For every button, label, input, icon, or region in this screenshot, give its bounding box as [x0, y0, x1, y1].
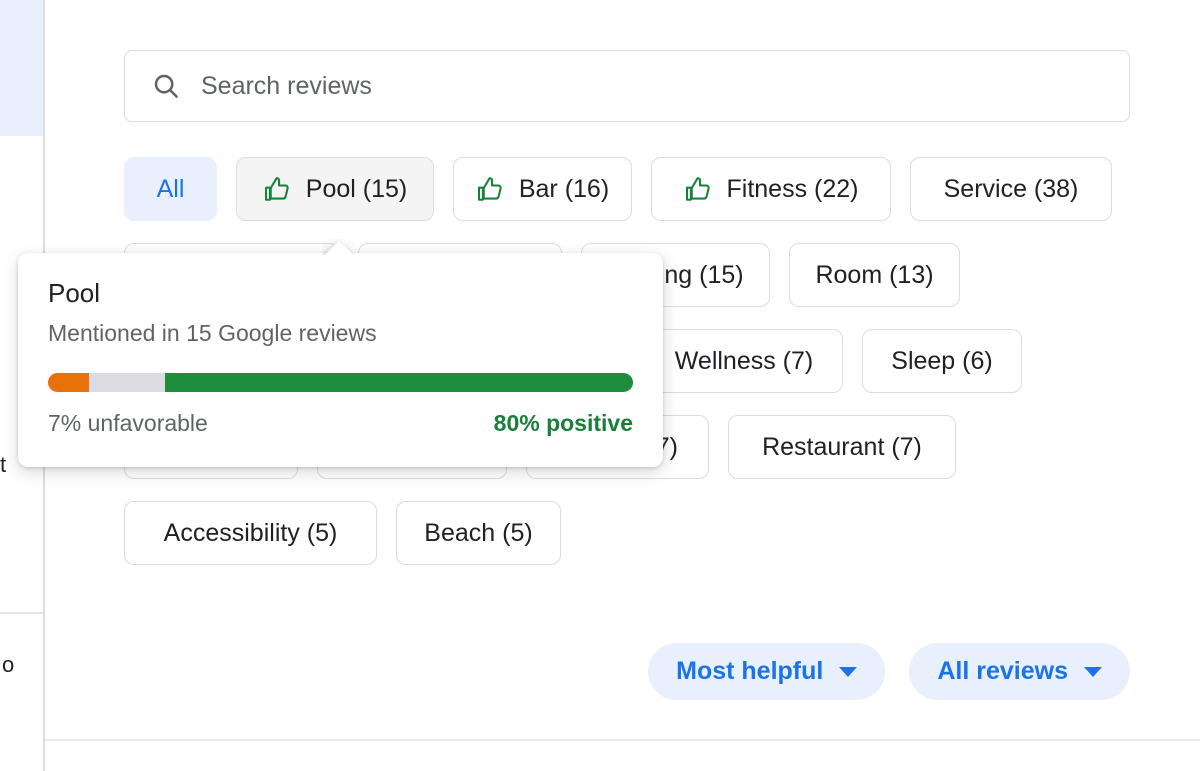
chip-service[interactable]: Service (38): [910, 157, 1112, 221]
pool-sentiment-tooltip: Pool Mentioned in 15 Google reviews 7% u…: [18, 253, 663, 468]
search-icon: [154, 74, 178, 98]
thumb-up-icon: [264, 176, 289, 201]
chevron-down-icon: [1084, 666, 1102, 677]
chip-all[interactable]: All: [124, 157, 217, 221]
filter-all-reviews-button[interactable]: All reviews: [909, 643, 1130, 700]
sidebar-clipped-text-top: t: [0, 452, 7, 477]
content-bottom-divider: [45, 739, 1200, 741]
chip-label: Fitness (22): [726, 174, 859, 203]
chip-pool[interactable]: Pool (15): [236, 157, 434, 221]
chip-row: All Pool (15) Bar (16) Fitness (22) Serv…: [124, 157, 1184, 221]
sidebar-clipped-text-bottom: o: [2, 652, 15, 677]
chip-fitness[interactable]: Fitness (22): [651, 157, 891, 221]
unfavorable-label: 7% unfavorable: [48, 410, 208, 437]
filter-button-label: All reviews: [937, 657, 1068, 685]
chip-label: Room (13): [815, 260, 934, 289]
sentiment-bar-negative: [48, 373, 89, 393]
chip-beach[interactable]: Beach (5): [396, 501, 561, 565]
sort-most-helpful-button[interactable]: Most helpful: [648, 643, 886, 700]
chip-label: Beach (5): [424, 518, 533, 547]
sidebar-active-panel: [0, 0, 44, 136]
sentiment-bar-positive: [164, 373, 633, 393]
chip-accessibility[interactable]: Accessibility (5): [124, 501, 377, 565]
sort-button-label: Most helpful: [676, 657, 824, 685]
chip-label: Service (38): [943, 174, 1079, 203]
tooltip-title: Pool: [48, 278, 101, 308]
tooltip-arrow: [322, 239, 356, 255]
chip-label: Pool (15): [305, 174, 408, 203]
sentiment-bar: [48, 373, 633, 393]
chip-restaurant[interactable]: Restaurant (7): [728, 415, 956, 479]
reviews-toolbar: Most helpful All reviews: [45, 643, 1130, 700]
chip-label: Sleep (6): [891, 346, 993, 375]
chevron-down-icon: [839, 666, 858, 677]
sidebar-divider: [0, 612, 44, 614]
chip-wellness[interactable]: Wellness (7): [645, 329, 843, 393]
tooltip-subtitle: Mentioned in 15 Google reviews: [48, 319, 377, 346]
chip-label: Restaurant (7): [762, 432, 922, 461]
sentiment-bar-neutral: [88, 373, 165, 393]
positive-label: 80% positive: [493, 410, 633, 437]
thumb-up-icon: [685, 176, 710, 201]
chip-room[interactable]: Room (13): [789, 243, 960, 307]
chip-row: Accessibility (5) Beach (5): [124, 501, 1184, 565]
chip-label: Accessibility (5): [163, 518, 338, 547]
chip-bar[interactable]: Bar (16): [453, 157, 632, 221]
chip-label: All: [156, 174, 185, 203]
chip-label: Wellness (7): [674, 346, 814, 375]
chip-label: Bar (16): [518, 174, 610, 203]
search-reviews-field[interactable]: [124, 50, 1130, 122]
search-input[interactable]: [201, 71, 1109, 101]
chip-sleep[interactable]: Sleep (6): [862, 329, 1022, 393]
tooltip-footer: 7% unfavorable 80% positive: [48, 410, 633, 437]
thumb-up-icon: [477, 176, 502, 201]
